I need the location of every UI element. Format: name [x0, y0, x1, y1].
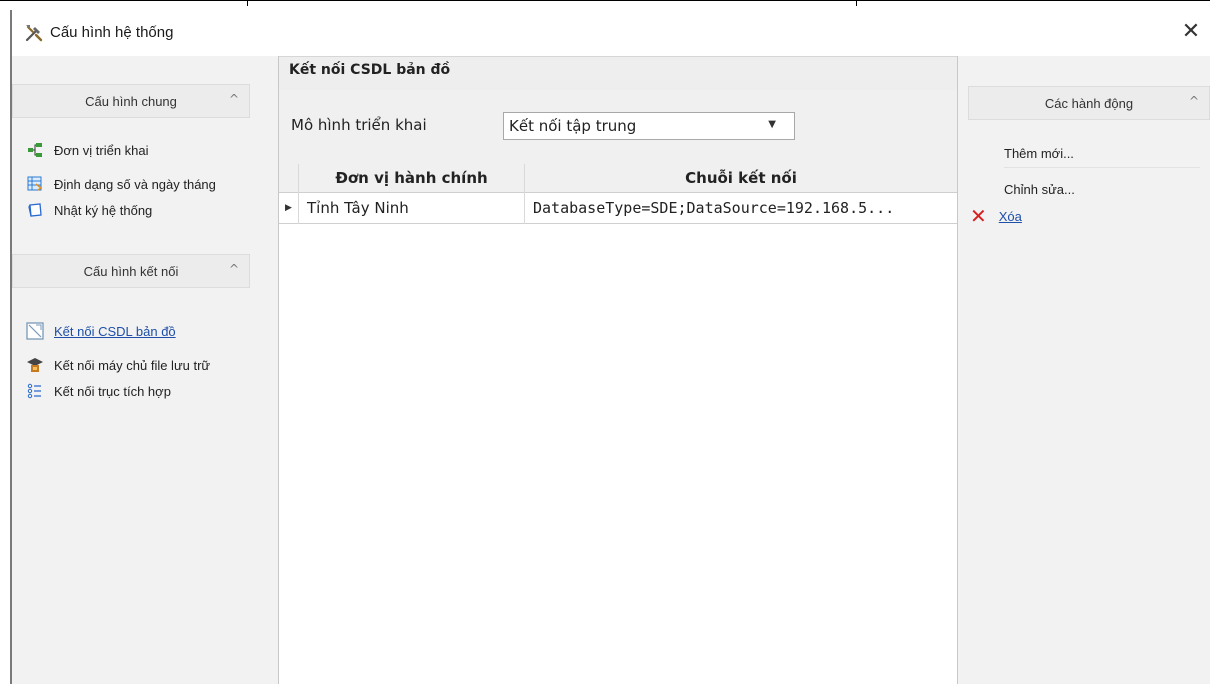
nav-item-label: Nhật ký hệ thống [54, 202, 153, 218]
table-format-icon [26, 175, 44, 193]
nav-item-number-date-format[interactable]: Định dạng số và ngày tháng [26, 173, 216, 195]
column-header-connection-string[interactable]: Chuỗi kết nối [525, 164, 957, 193]
file-server-icon [26, 356, 44, 374]
group-header-actions[interactable]: Các hành động ^ [968, 86, 1210, 120]
center-panel: Kết nối CSDL bản đồ Mô hình triển khai K… [278, 56, 958, 684]
deploy-model-row: Mô hình triển khai Kết nối tập trung ▼ [279, 90, 957, 164]
tools-icon [24, 23, 44, 43]
select-value: Kết nối tập trung [509, 117, 637, 135]
column-header-admin-unit[interactable]: Đơn vị hành chính [299, 164, 525, 193]
delete-label: Xóa [998, 208, 1022, 224]
actions-panel: Các hành động ^ Thêm mới... Chỉnh sửa...… [958, 56, 1210, 684]
panel-header: Kết nối CSDL bản đồ [279, 56, 957, 90]
top-strip [0, 0, 1210, 6]
chevron-up-icon[interactable]: ^ [1189, 94, 1199, 108]
strip-divider [247, 1, 248, 6]
edit-action[interactable]: Chỉnh sửa... [1004, 182, 1075, 197]
nav-item-label: Kết nối CSDL bản đồ [54, 323, 176, 339]
nav-item-deploy-unit[interactable]: Đơn vị triển khai [26, 139, 149, 161]
deploy-model-select[interactable]: Kết nối tập trung ▼ [503, 112, 795, 140]
grid-header: Đơn vị hành chính Chuỗi kết nối [279, 164, 957, 193]
delete-x-icon: ✕ [970, 204, 987, 228]
integration-bus-icon [26, 382, 44, 400]
group-title: Cấu hình kết nối [83, 264, 179, 279]
group-header-general[interactable]: Cấu hình chung ^ [12, 84, 250, 118]
nav-item-label: Kết nối trục tích hợp [54, 383, 171, 399]
nav-item-map-db-connection[interactable]: Kết nối CSDL bản đồ [26, 320, 176, 342]
divider [1004, 167, 1200, 168]
log-book-icon [26, 201, 44, 219]
nav-item-integration-bus-connection[interactable]: Kết nối trục tích hợp [26, 380, 171, 402]
map-db-icon [26, 322, 44, 340]
row-indicator-icon: ▶ [279, 193, 299, 224]
nav-item-file-server-connection[interactable]: Kết nối máy chủ file lưu trữ [26, 354, 210, 376]
nav-item-label: Định dạng số và ngày tháng [54, 176, 216, 192]
cell-admin-unit[interactable]: Tỉnh Tây Ninh [299, 193, 525, 224]
chevron-up-icon[interactable]: ^ [229, 92, 239, 106]
deploy-model-label: Mô hình triển khai [291, 116, 427, 134]
group-header-connection[interactable]: Cấu hình kết nối ^ [12, 254, 250, 288]
panel-title: Kết nối CSDL bản đồ [289, 62, 451, 78]
close-icon[interactable]: ✕ [1178, 19, 1204, 45]
group-title: Cấu hình chung [85, 94, 177, 109]
connection-grid: Đơn vị hành chính Chuỗi kết nối ▶ Tỉnh T… [279, 164, 957, 224]
system-config-window: Cấu hình hệ thống ✕ Cấu hình chung ^ Đơn… [10, 10, 1210, 684]
group-title: Các hành động [1044, 96, 1134, 111]
nav-item-label: Kết nối máy chủ file lưu trữ [54, 357, 211, 373]
left-nav-panel: Cấu hình chung ^ Đơn vị triển khai Định … [12, 56, 278, 684]
strip-divider [856, 1, 857, 6]
add-new-action[interactable]: Thêm mới... [1004, 146, 1074, 161]
cell-connection-string[interactable]: DatabaseType=SDE;DataSource=192.168.5... [525, 193, 957, 224]
chevron-up-icon[interactable]: ^ [229, 262, 239, 276]
title-bar: Cấu hình hệ thống ✕ [12, 10, 1210, 56]
dropdown-arrow-icon[interactable]: ▼ [768, 119, 776, 130]
header-indicator-cell [279, 164, 299, 193]
table-row[interactable]: ▶ Tỉnh Tây Ninh DatabaseType=SDE;DataSou… [279, 193, 957, 224]
nav-item-system-log[interactable]: Nhật ký hệ thống [26, 199, 152, 221]
delete-action[interactable]: ✕ Xóa [970, 206, 1022, 226]
nav-item-label: Đơn vị triển khai [54, 142, 149, 158]
org-tree-icon [26, 141, 44, 159]
window-title: Cấu hình hệ thống [50, 24, 174, 41]
